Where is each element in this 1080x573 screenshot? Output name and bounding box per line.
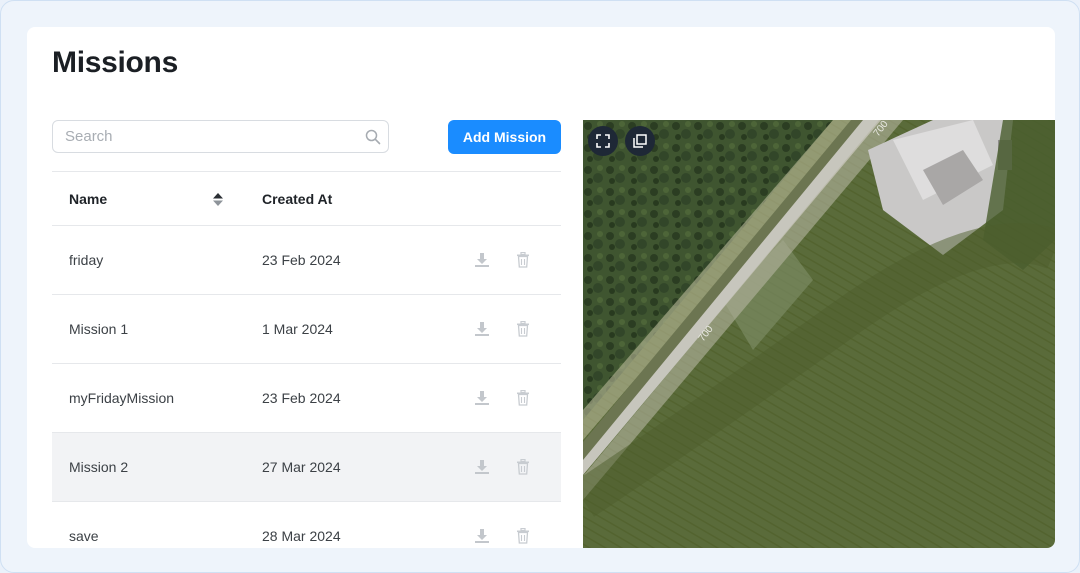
- download-icon[interactable]: [472, 457, 492, 477]
- missions-table: Name Created At friday 23 Feb 2024 Missi…: [52, 171, 561, 548]
- search-box[interactable]: [52, 120, 389, 153]
- trash-icon[interactable]: [513, 457, 533, 477]
- mission-name: Mission 1: [69, 321, 129, 337]
- satellite-map[interactable]: 700 700: [583, 120, 1055, 548]
- mission-name: save: [69, 528, 99, 544]
- download-icon[interactable]: [472, 388, 492, 408]
- table-row[interactable]: Mission 1 1 Mar 2024: [52, 295, 561, 364]
- mission-name: friday: [69, 252, 104, 268]
- mission-created-at: 28 Mar 2024: [262, 528, 341, 544]
- mission-created-at: 23 Feb 2024: [262, 252, 341, 268]
- fullscreen-icon[interactable]: [588, 126, 618, 156]
- column-header-created-at[interactable]: Created At: [262, 172, 332, 225]
- table-row[interactable]: myFridayMission 23 Feb 2024: [52, 364, 561, 433]
- trash-icon[interactable]: [513, 319, 533, 339]
- mission-name: myFridayMission: [69, 390, 175, 406]
- missions-card: Missions Add Mission Name Cr: [27, 27, 1055, 548]
- download-icon[interactable]: [472, 250, 492, 270]
- table-row[interactable]: save 28 Mar 2024: [52, 502, 561, 548]
- download-icon[interactable]: [472, 319, 492, 339]
- map-view[interactable]: 700 700: [583, 120, 1055, 548]
- trash-icon[interactable]: [513, 526, 533, 546]
- mission-created-at: 23 Feb 2024: [262, 390, 341, 406]
- sort-icon[interactable]: [212, 192, 224, 212]
- mission-created-at: 1 Mar 2024: [262, 321, 333, 337]
- mission-name: Mission 2: [69, 459, 129, 475]
- layers-icon[interactable]: [625, 126, 655, 156]
- mission-created-at: 27 Mar 2024: [262, 459, 341, 475]
- search-icon[interactable]: [358, 129, 388, 145]
- add-mission-button[interactable]: Add Mission: [448, 120, 561, 154]
- search-input[interactable]: [53, 121, 358, 152]
- table-row[interactable]: Mission 2 27 Mar 2024: [52, 433, 561, 502]
- table-header: Name Created At: [52, 171, 561, 226]
- trash-icon[interactable]: [513, 388, 533, 408]
- trash-icon[interactable]: [513, 250, 533, 270]
- table-row[interactable]: friday 23 Feb 2024: [52, 226, 561, 295]
- page-title: Missions: [52, 46, 178, 79]
- app-frame: Missions Add Mission Name Cr: [0, 0, 1080, 573]
- download-icon[interactable]: [472, 526, 492, 546]
- column-header-name[interactable]: Name: [69, 172, 107, 225]
